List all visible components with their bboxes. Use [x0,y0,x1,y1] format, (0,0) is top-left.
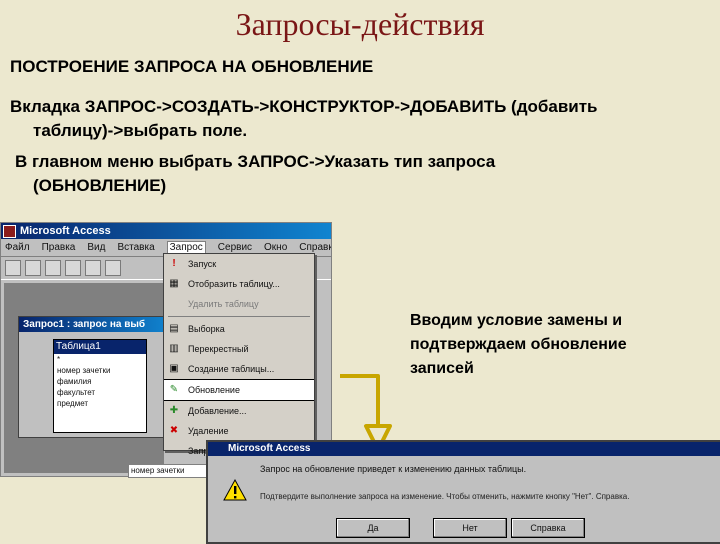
field-item[interactable]: номер зачетки [54,365,146,376]
note-line-2: подтверждаем обновление [410,336,627,353]
crosstab-icon: ▥ [169,343,179,354]
menu-insert[interactable]: Вставка [117,242,154,253]
menu-separator [168,316,310,317]
menu-tools[interactable]: Сервис [218,242,252,253]
menu-item-crosstab[interactable]: ▥ Перекрестный [164,339,314,359]
field-item[interactable]: * [54,354,146,365]
menu-item-delete[interactable]: ✖ Удаление [164,421,314,441]
dialog-title: Microsoft Access [208,442,720,456]
menu-help[interactable]: Справка [299,242,331,253]
instruction-line-4: (ОБНОВЛЕНИЕ) [33,176,167,195]
menu-file[interactable]: Файл [5,242,30,253]
show-table-icon: ▦ [169,278,179,289]
menu-item-run[interactable]: ! Запуск [164,254,314,274]
cut-icon[interactable] [105,260,121,276]
query-design-window: Запрос1 : запрос на выб Таблица1 * номер… [18,316,170,438]
field-item[interactable]: предмет [54,398,146,409]
heading: ПОСТРОЕНИЕ ЗАПРОСА НА ОБНОВЛЕНИЕ [10,57,374,76]
access-titlebar: Microsoft Access [1,223,331,239]
menu-item-make-table[interactable]: ▣ Создание таблицы... [164,359,314,379]
help-button[interactable]: Справка [511,518,585,538]
run-icon: ! [172,258,176,269]
note-line-3: записей [410,360,474,377]
menu-item-append[interactable]: ✚ Добавление... [164,401,314,421]
menu-edit[interactable]: Правка [42,242,76,253]
table-name: Таблица1 [54,340,146,354]
field-item[interactable]: факультет [54,387,146,398]
menu-item-update[interactable]: ✎ Обновление [164,379,314,401]
instruction-line-1: Вкладка ЗАПРОС->СОЗДАТЬ->КОНСТРУКТОР->ДО… [10,97,598,116]
query-dropdown-menu: ! Запуск ▦ Отобразить таблицу... Удалить т… [163,253,315,456]
make-table-icon: ▣ [169,363,179,374]
preview-icon[interactable] [65,260,81,276]
update-icon: ✎ [169,384,179,395]
menu-window[interactable]: Окно [264,242,287,253]
slide-title: Запросы-действия [235,6,485,42]
menu-item-select[interactable]: ▤ Выборка [164,319,314,339]
menu-item-show-table[interactable]: ▦ Отобразить таблицу... [164,274,314,294]
dialog-message: Запрос на обновление приведет к изменени… [260,464,527,474]
field-list-table[interactable]: Таблица1 * номер зачетки фамилия факульт… [53,339,147,433]
warning-icon [223,478,247,501]
delete-icon: ✖ [169,425,179,436]
access-app-icon [3,224,16,238]
instruction-line-3: В главном меню выбрать ЗАПРОС->Указать т… [15,152,496,171]
access-title: Microsoft Access [20,225,111,237]
save-icon[interactable] [25,260,41,276]
yes-button[interactable]: Да [336,518,410,538]
print-icon[interactable] [45,260,61,276]
select-icon: ▤ [169,323,179,334]
instruction-line-2: таблицу)->выбрать поле. [33,121,248,140]
append-icon: ✚ [169,405,179,416]
field-item[interactable]: фамилия [54,376,146,387]
confirm-dialog: Microsoft Access Запрос на обновление пр… [206,440,720,544]
grid-field-cell[interactable]: номер зачетки [128,464,210,478]
no-button[interactable]: Нет [433,518,507,538]
note-line-1: Вводим условие замены и [410,312,623,329]
menu-view[interactable]: Вид [87,242,105,253]
view-icon[interactable] [5,260,21,276]
menu-item-remove-table[interactable]: Удалить таблицу [164,294,314,314]
spell-icon[interactable] [85,260,101,276]
dialog-detail: Подтвердите выполнение запроса на измене… [260,492,630,501]
query-window-title: Запрос1 : запрос на выб [19,317,169,332]
